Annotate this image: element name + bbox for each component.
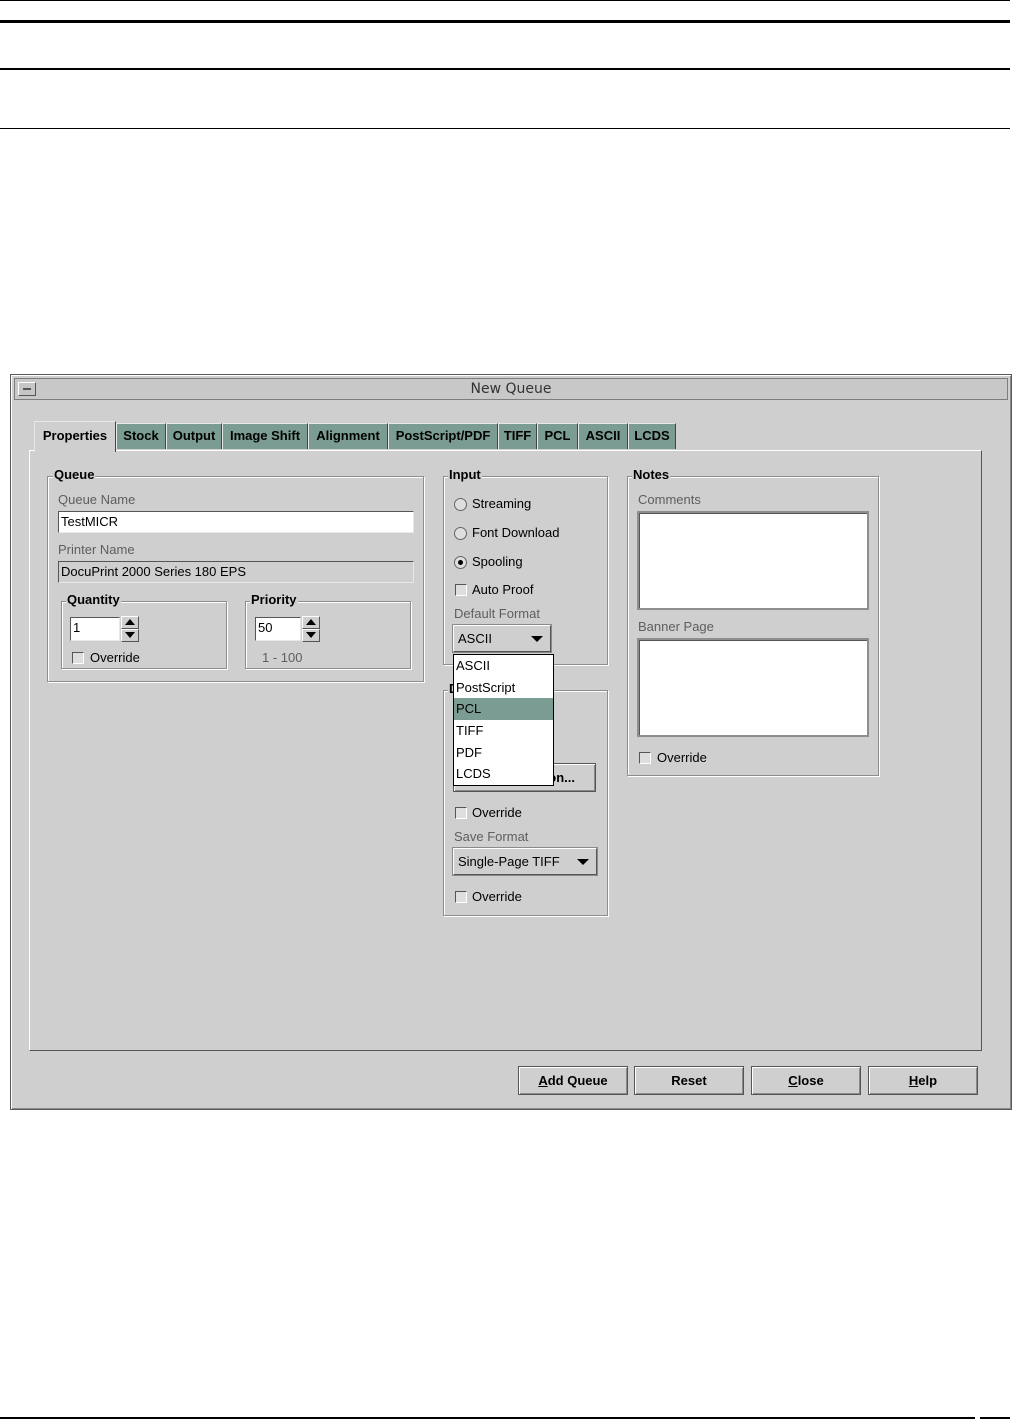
header-rule-1 [0, 68, 1010, 70]
auto-proof-label: Auto Proof [472, 582, 534, 597]
default-format-label: Default Format [454, 606, 540, 621]
top-rule-thick [0, 20, 1010, 23]
add-queue-button[interactable]: Add Queue [518, 1066, 628, 1095]
notes-override-label: Override [657, 750, 707, 765]
quantity-legend: Quantity [66, 592, 121, 607]
comments-textarea[interactable] [637, 511, 869, 610]
tab-pcl[interactable]: PCL [537, 423, 578, 449]
header-rule-2 [0, 128, 1010, 129]
quantity-override-label: Override [90, 650, 140, 665]
save-override-checkbox[interactable] [455, 807, 467, 819]
input-legend: Input [448, 467, 482, 482]
font-download-radio[interactable] [454, 527, 467, 540]
reset-button[interactable]: Reset [634, 1066, 744, 1095]
save-format-override-label: Override [472, 889, 522, 904]
printer-name-field: DocuPrint 2000 Series 180 EPS [58, 561, 414, 583]
quantity-stepper[interactable] [121, 616, 139, 642]
arrow-up-icon[interactable] [121, 616, 139, 629]
title-bar: New Queue [14, 378, 1008, 400]
queue-legend: Queue [53, 467, 96, 482]
dropdown-option-pcl[interactable]: PCL [454, 698, 553, 721]
notes-legend: Notes [632, 467, 671, 482]
priority-input[interactable]: 50 [255, 617, 301, 641]
quantity-input[interactable]: 1 [70, 617, 120, 641]
tab-stock[interactable]: Stock [116, 423, 166, 449]
save-override-label: Override [472, 805, 522, 820]
tab-image-shift[interactable]: Image Shift [222, 423, 308, 449]
banner-page-label: Banner Page [638, 619, 714, 634]
dropdown-option-lcds[interactable]: LCDS [454, 763, 553, 785]
chevron-down-icon [531, 636, 543, 642]
dropdown-option-ascii[interactable]: ASCII [454, 655, 553, 677]
arrow-down-icon[interactable] [302, 629, 320, 642]
tab-postscript-pdf[interactable]: PostScript/PDF [388, 423, 498, 449]
footer-rule [0, 1417, 975, 1419]
default-format-dropdown-list[interactable]: ASCII PostScript PCL TIFF PDF LCDS [453, 654, 554, 786]
top-rule-thin [0, 0, 1010, 1]
footer-rule-right [980, 1417, 1010, 1419]
spooling-radio[interactable] [454, 556, 467, 569]
comments-label: Comments [638, 492, 701, 507]
quantity-override-checkbox[interactable] [72, 652, 84, 664]
font-download-label: Font Download [472, 525, 560, 540]
tab-ascii[interactable]: ASCII [578, 423, 628, 449]
tab-output[interactable]: Output [166, 423, 222, 449]
priority-legend: Priority [250, 592, 298, 607]
chevron-down-icon [577, 859, 589, 865]
streaming-label: Streaming [472, 496, 532, 511]
priority-range-label: 1 - 100 [262, 650, 303, 665]
save-format-label: Save Format [454, 829, 529, 844]
tab-lcds[interactable]: LCDS [628, 423, 676, 449]
dropdown-option-pdf[interactable]: PDF [454, 742, 553, 764]
default-format-select[interactable]: ASCII [453, 625, 551, 652]
close-button[interactable]: Close [751, 1066, 861, 1095]
tab-properties[interactable]: Properties [34, 421, 116, 452]
auto-proof-checkbox[interactable] [455, 584, 467, 596]
printer-name-label: Printer Name [58, 542, 135, 557]
streaming-radio[interactable] [454, 498, 467, 511]
save-format-override-checkbox[interactable] [455, 891, 467, 903]
default-format-value: ASCII [458, 631, 492, 646]
dropdown-option-postscript[interactable]: PostScript [454, 677, 553, 699]
arrow-down-icon[interactable] [121, 629, 139, 642]
save-format-value: Single-Page TIFF [458, 854, 560, 869]
spooling-label: Spooling [472, 554, 523, 569]
tab-alignment[interactable]: Alignment [308, 423, 388, 449]
notes-override-checkbox[interactable] [639, 752, 651, 764]
tab-tiff[interactable]: TIFF [498, 423, 537, 449]
save-format-select[interactable]: Single-Page TIFF [453, 848, 597, 875]
queue-name-input[interactable]: TestMICR [58, 511, 414, 533]
priority-stepper[interactable] [302, 616, 320, 642]
dropdown-option-tiff[interactable]: TIFF [454, 720, 553, 742]
queue-name-label: Queue Name [58, 492, 136, 507]
window-title: New Queue [470, 381, 552, 397]
arrow-up-icon[interactable] [302, 616, 320, 629]
banner-page-textarea[interactable] [637, 638, 869, 737]
help-button[interactable]: Help [868, 1066, 978, 1095]
